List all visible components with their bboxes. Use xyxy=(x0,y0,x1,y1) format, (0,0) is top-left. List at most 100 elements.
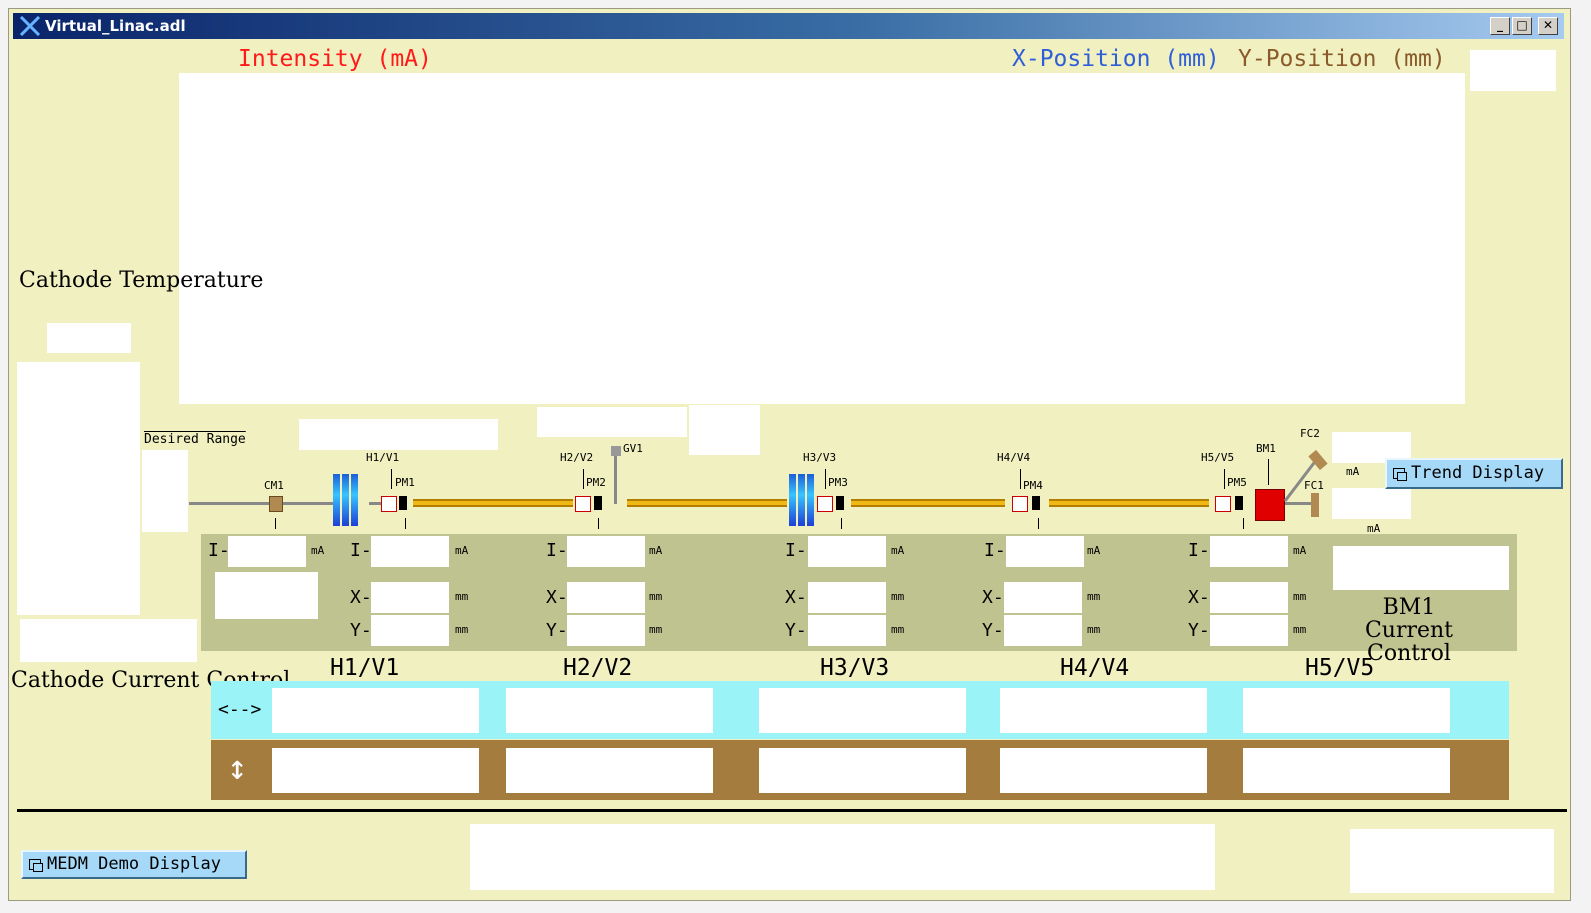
pm1-i-prefix: I- xyxy=(350,540,372,561)
horizontal-arrow-icon: <--> xyxy=(218,699,262,720)
steering-magnet-h1v1-c[interactable] xyxy=(351,474,358,526)
pm3-i-unit: mA xyxy=(891,544,905,557)
cathode-temperature-label: Cathode Temperature xyxy=(19,268,264,293)
v1-vertical-input[interactable] xyxy=(272,748,479,793)
related-display-icon xyxy=(29,858,43,872)
pm4-i-unit: mA xyxy=(1087,544,1101,557)
pm2-label: PM2 xyxy=(586,476,606,489)
faraday-cup-fc1[interactable] xyxy=(1311,493,1319,517)
cathode-current-control-label: Cathode Current Control xyxy=(11,668,291,693)
pm1-y-prefix: Y- xyxy=(350,620,372,641)
current-monitor-cm1[interactable] xyxy=(269,496,283,512)
steering-header-h4v4: H4/V4 xyxy=(1060,655,1130,681)
h2-horizontal-input[interactable] xyxy=(506,688,713,733)
valve-pm1 xyxy=(399,496,407,510)
pm3-tick xyxy=(841,518,842,529)
h5-horizontal-input[interactable] xyxy=(1243,688,1450,733)
desired-range-label: Desired Range xyxy=(144,432,246,447)
cathode-current-input[interactable] xyxy=(20,619,197,662)
pm2-y-readout xyxy=(567,615,645,646)
title-bar[interactable]: Virtual_Linac.adl _ □ ✕ xyxy=(13,13,1564,39)
h4v4-label: H4/V4 xyxy=(997,451,1031,464)
cm1-current-readout xyxy=(228,536,306,567)
minimize-icon: _ xyxy=(1497,18,1503,32)
pm1-x-unit: mm xyxy=(455,590,469,603)
steering-magnet-h3v3-a[interactable] xyxy=(789,474,796,526)
profile-monitor-pm4[interactable] xyxy=(1012,496,1028,512)
pm5-y-readout xyxy=(1210,615,1288,646)
status-readout-3 xyxy=(689,405,760,455)
valve-pm3 xyxy=(836,496,844,510)
v4-vertical-input[interactable] xyxy=(1000,748,1207,793)
cathode-temperature-bar xyxy=(17,362,140,615)
cm1-i-prefix: I- xyxy=(208,540,230,561)
pm3-x-unit: mm xyxy=(891,590,905,603)
pm4-label: PM4 xyxy=(1023,479,1043,492)
steering-magnet-h3v3-c[interactable] xyxy=(807,474,814,526)
desired-range-indicator xyxy=(142,450,188,532)
steering-magnet-h1v1-a[interactable] xyxy=(333,474,340,526)
pm3-label: PM3 xyxy=(828,476,848,489)
maximize-button[interactable]: □ xyxy=(1512,17,1532,35)
h4-horizontal-input[interactable] xyxy=(1000,688,1207,733)
pm4-tick xyxy=(1038,518,1039,529)
intensity-legend: Intensity (mA) xyxy=(238,46,432,72)
cm1-extra-readout xyxy=(215,572,318,619)
v3-vertical-input[interactable] xyxy=(759,748,966,793)
pm4-current-readout xyxy=(1006,536,1084,567)
steering-magnet-h1v1-b[interactable] xyxy=(342,474,349,526)
cm1-unit: mA xyxy=(311,544,325,557)
profile-monitor-pm3[interactable] xyxy=(817,496,833,512)
beam-pipe-section-4 xyxy=(1049,499,1209,507)
pm5-y-prefix: Y- xyxy=(1188,620,1210,641)
pm4-y-prefix: Y- xyxy=(982,620,1004,641)
h3-horizontal-input[interactable] xyxy=(759,688,966,733)
pm4-y-unit: mm xyxy=(1087,623,1101,636)
fc2-branch-line xyxy=(1283,449,1328,502)
v2-vertical-input[interactable] xyxy=(506,748,713,793)
pm3-i-prefix: I- xyxy=(785,540,807,561)
pm4-y-readout xyxy=(1004,615,1082,646)
minimize-button[interactable]: _ xyxy=(1490,17,1510,35)
pm2-tick xyxy=(598,518,599,529)
profile-monitor-pm5[interactable] xyxy=(1215,496,1231,512)
cathode-temperature-readout xyxy=(47,323,131,353)
gate-valve-gv1[interactable] xyxy=(611,446,621,456)
medm-demo-display-button[interactable]: MEDM Demo Display xyxy=(21,850,247,879)
fc2-unit: mA xyxy=(1346,465,1360,478)
valve-pm4 xyxy=(1032,496,1040,510)
steering-header-h3v3: H3/V3 xyxy=(820,655,890,681)
strip-chart-plot[interactable] xyxy=(179,73,1465,404)
pm2-y-unit: mm xyxy=(649,623,663,636)
pm3-y-readout xyxy=(808,615,886,646)
h1v1-label: H1/V1 xyxy=(366,451,400,464)
h1-horizontal-input[interactable] xyxy=(272,688,479,733)
bm1-tick xyxy=(1268,459,1269,485)
pm5-current-readout xyxy=(1210,536,1288,567)
pm1-x-readout xyxy=(371,582,449,613)
cm1-label: CM1 xyxy=(264,479,284,492)
pm3-y-unit: mm xyxy=(891,623,905,636)
pm4-x-unit: mm xyxy=(1087,590,1101,603)
pm2-y-prefix: Y- xyxy=(546,620,568,641)
x-app-icon xyxy=(19,16,41,36)
pm5-label: PM5 xyxy=(1227,476,1247,489)
steering-header-h5v5: H5/V5 xyxy=(1305,655,1375,681)
related-display-icon xyxy=(1393,467,1407,481)
gv1-label: GV1 xyxy=(623,442,643,455)
close-icon: ✕ xyxy=(1542,18,1554,32)
beam-pipe-section-2 xyxy=(627,499,787,507)
pm2-x-unit: mm xyxy=(649,590,663,603)
pm4-x-prefix: X- xyxy=(982,587,1004,608)
pm3-x-readout xyxy=(808,582,886,613)
steering-magnet-h3v3-b[interactable] xyxy=(798,474,805,526)
profile-monitor-pm2[interactable] xyxy=(575,496,591,512)
pm3-current-readout xyxy=(808,536,886,567)
close-button[interactable]: ✕ xyxy=(1538,17,1558,35)
h2v2-label: H2/V2 xyxy=(560,451,594,464)
v5-vertical-input[interactable] xyxy=(1243,748,1450,793)
bm1-current-input[interactable] xyxy=(1333,546,1509,590)
trend-display-button[interactable]: Trend Display xyxy=(1385,458,1563,489)
profile-monitor-pm1[interactable] xyxy=(381,496,397,512)
status-readout-2 xyxy=(537,407,687,437)
